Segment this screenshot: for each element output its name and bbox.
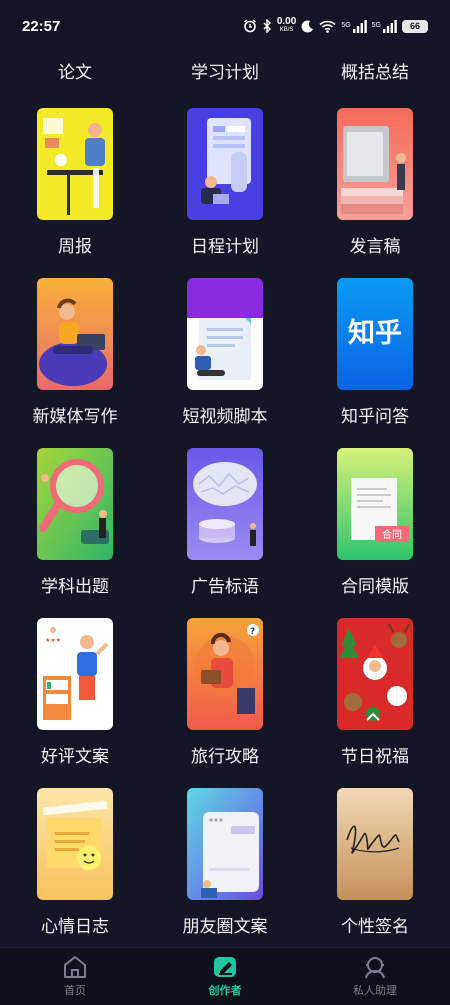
template-card-schedule[interactable]: 日程计划 <box>150 108 300 278</box>
christmas-illustration <box>337 618 413 730</box>
card-label: 短视频脚本 <box>182 407 268 427</box>
moon-icon <box>301 19 314 33</box>
signature-illustration <box>337 788 413 900</box>
template-card-travel-guide[interactable]: ? 旅行攻略 <box>150 618 300 788</box>
template-card-contract[interactable]: 合同 合同模版 <box>300 448 450 618</box>
card-label: 广告标语 <box>191 577 259 597</box>
new-media-illustration <box>37 278 113 390</box>
network-speed: 0.00 KB/S <box>276 16 297 34</box>
nav-item-assistant[interactable]: 私人助理 <box>300 948 450 1005</box>
svg-text:?: ? <box>250 627 255 637</box>
card-label: 好评文案 <box>41 747 109 767</box>
signal-icon <box>352 19 367 33</box>
bottom-navigation: 首页 创作者 私人助理 <box>0 947 450 1005</box>
svg-text:知乎: 知乎 <box>348 318 402 349</box>
status-bar: 22:57 0.00 KB/S 5G 5G 66 <box>0 0 450 52</box>
weekly-report-illustration <box>37 108 113 220</box>
category-summary[interactable]: 概括总结 <box>300 58 450 83</box>
template-card-weekly-report[interactable]: 周报 <box>0 108 150 278</box>
mood-note-illustration <box>37 788 113 900</box>
template-card-subject-quiz[interactable]: 学科出题 <box>0 448 150 618</box>
template-card-video-script[interactable]: 短视频脚本 <box>150 278 300 448</box>
nav-label-home: 首页 <box>64 984 86 997</box>
template-card-new-media[interactable]: 新媒体写作 <box>0 278 150 448</box>
template-card-mood-diary[interactable]: 心情日志 <box>0 788 150 958</box>
card-label: 日程计划 <box>191 237 259 257</box>
template-card-moments-copy[interactable]: 朋友圈文案 <box>150 788 300 958</box>
card-label: 发言稿 <box>349 237 401 257</box>
signal-icon <box>383 19 397 33</box>
video-script-illustration <box>187 278 263 390</box>
speech-illustration <box>337 108 413 220</box>
wifi-icon <box>319 20 336 33</box>
home-icon <box>62 955 88 979</box>
assistant-icon <box>362 955 388 979</box>
nav-label-creator: 创作者 <box>208 984 242 997</box>
status-icons: 0.00 KB/S 5G 5G 66 <box>243 16 428 34</box>
card-label: 旅行攻略 <box>191 747 259 767</box>
sim2-label: 5G <box>371 22 381 29</box>
category-thesis[interactable]: 论文 <box>0 58 150 83</box>
travel-illustration: ? <box>187 618 263 730</box>
brain-illustration <box>187 448 263 560</box>
template-card-ad-slogan[interactable]: 广告标语 <box>150 448 300 618</box>
svg-text:★★★: ★★★ <box>45 637 61 644</box>
card-label: 节日祝福 <box>341 747 409 767</box>
card-label: 知乎问答 <box>341 407 409 427</box>
status-time: 22:57 <box>22 17 61 35</box>
creator-icon <box>212 955 238 979</box>
contract-illustration: 合同 <box>337 448 413 560</box>
category-study-plan[interactable]: 学习计划 <box>150 58 300 83</box>
card-label: 心情日志 <box>41 917 109 937</box>
schedule-illustration <box>187 108 263 220</box>
template-card-good-review[interactable]: ★★★ 好评文案 <box>0 618 150 788</box>
svg-text:合同: 合同 <box>382 528 402 541</box>
alarm-icon <box>243 19 257 33</box>
battery-indicator: 66 <box>402 19 428 33</box>
top-category-row: 论文 学习计划 概括总结 <box>0 58 450 88</box>
template-card-zhihu[interactable]: 知乎 知乎问答 <box>300 278 450 448</box>
template-card-signature[interactable]: 个性签名 <box>300 788 450 958</box>
card-label: 朋友圈文案 <box>182 917 268 937</box>
nav-label-assistant: 私人助理 <box>353 984 397 997</box>
card-label: 合同模版 <box>341 577 409 597</box>
template-card-speech[interactable]: 发言稿 <box>300 108 450 278</box>
nav-item-home[interactable]: 首页 <box>0 948 150 1005</box>
moments-illustration <box>187 788 263 900</box>
bluetooth-icon <box>262 19 272 33</box>
card-label: 个性签名 <box>341 917 409 937</box>
nav-item-creator[interactable]: 创作者 <box>150 948 300 1005</box>
sim1-label: 5G <box>341 22 351 29</box>
review-illustration: ★★★ <box>37 618 113 730</box>
card-label: 新媒体写作 <box>32 407 118 427</box>
template-card-holiday-greetings[interactable]: 节日祝福 <box>300 618 450 788</box>
card-label: 学科出题 <box>41 577 109 597</box>
magnifier-illustration <box>37 448 113 560</box>
zhihu-logo: 知乎 <box>337 278 413 390</box>
card-label: 周报 <box>58 237 92 257</box>
